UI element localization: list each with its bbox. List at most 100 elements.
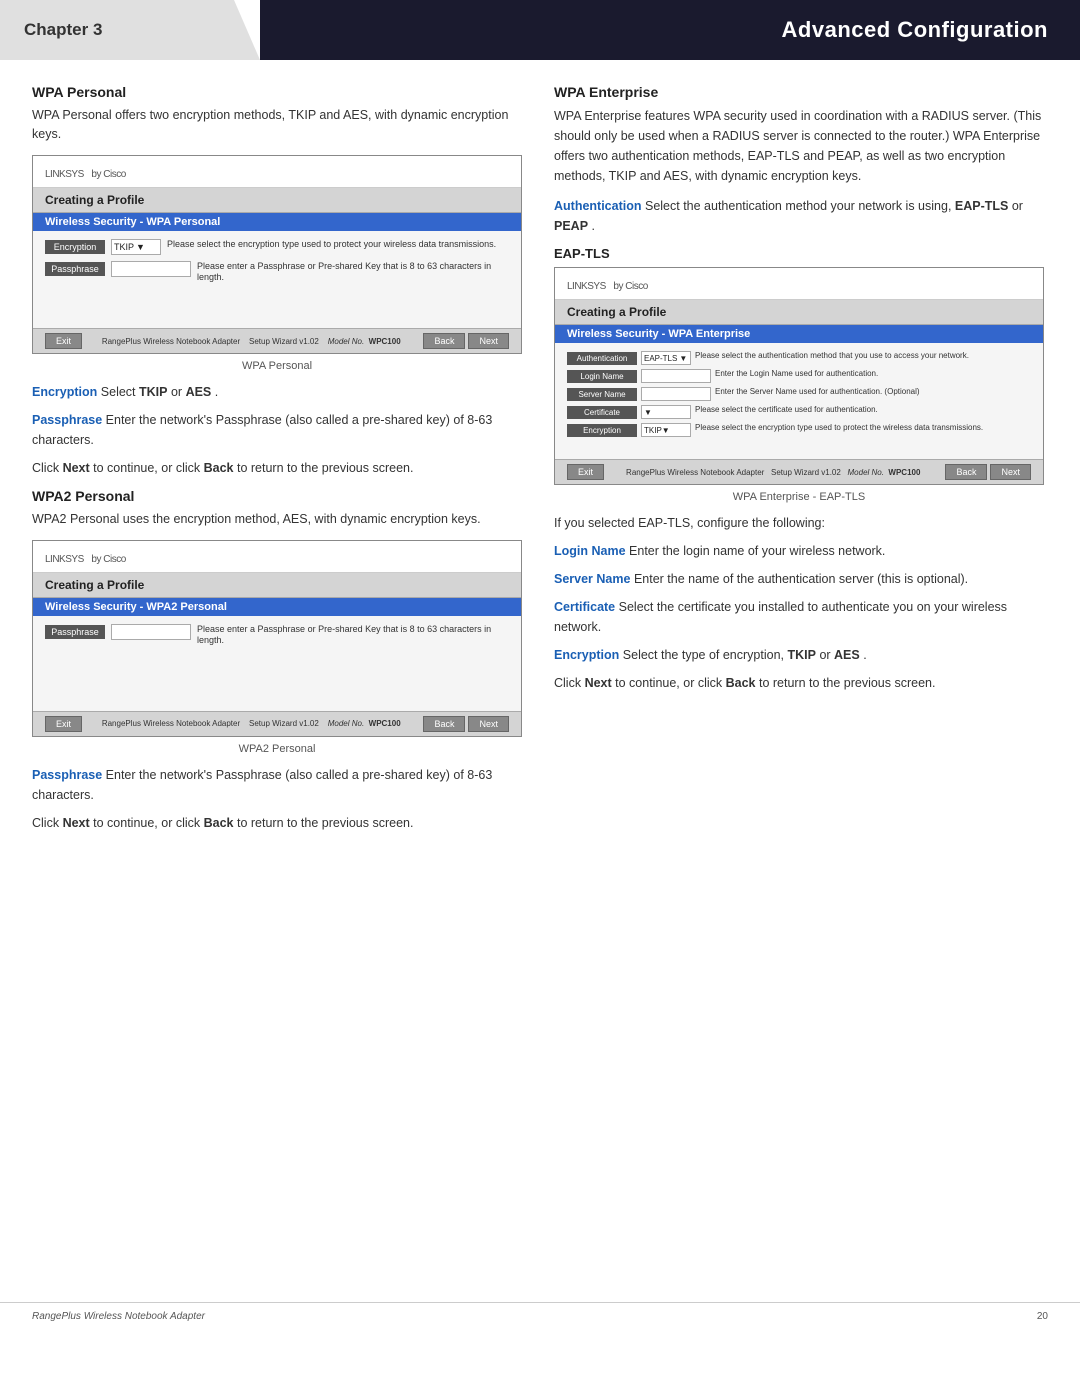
tkip-value: TKIP: [114, 242, 134, 252]
wpa-personal-caption: WPA Personal: [32, 360, 522, 372]
chapter-text: Chapter 3: [24, 20, 102, 40]
if-selected-para: If you selected EAP-TLS, configure the f…: [554, 513, 1044, 533]
linksys-logo-wpa2: LINKSYS by Cisco: [45, 549, 126, 566]
creating-profile-label-ent: Creating a Profile: [555, 300, 1043, 325]
creating-profile-label: Creating a Profile: [33, 188, 521, 213]
cert-desc: Select the certificate you installed to …: [554, 600, 1007, 634]
footer-btns-ent: Back Next: [942, 464, 1031, 480]
linksys-footer-ent: Exit RangePlus Wireless Notebook Adapter…: [555, 459, 1043, 484]
footer-btns-wpa2: Back Next: [420, 716, 509, 732]
footer-product-wpa2: RangePlus Wireless Notebook Adapter: [102, 719, 240, 728]
next-button-ent[interactable]: Next: [990, 464, 1031, 480]
footer-model-wpa2: WPC100: [369, 719, 401, 728]
enc-or: or: [819, 648, 834, 662]
server-row-ent: Server Name Enter the Server Name used f…: [567, 387, 1031, 401]
next-bold-wpa2: Next: [63, 816, 90, 830]
page-footer: RangePlus Wireless Notebook Adapter 20: [0, 1302, 1080, 1330]
server-input-ent[interactable]: [641, 387, 711, 401]
back-button-ent[interactable]: Back: [945, 464, 987, 480]
footer-model-prefix-ent: Model No.: [848, 468, 884, 477]
back-bold-wpa2: Back: [204, 816, 234, 830]
footer-page-num: 20: [1037, 1311, 1048, 1322]
wpa-enterprise-desc: WPA Enterprise features WPA security use…: [554, 106, 1044, 186]
passphrase-row-wpa2: Passphrase Please enter a Passphrase or …: [45, 624, 509, 647]
cert-note-ent: Please select the certificate used for a…: [695, 405, 1031, 415]
back-button-wpa2[interactable]: Back: [423, 716, 465, 732]
encryption-note: Please select the encryption type used t…: [167, 239, 509, 251]
passphrase-desc: Enter the network's Passphrase (also cal…: [32, 413, 492, 447]
peap-inline: PEAP: [554, 219, 588, 233]
linksys-logo-text-ent: LINKSYS: [567, 281, 606, 292]
next-button-wpa2[interactable]: Next: [468, 716, 509, 732]
passphrase-term-wpa2: Passphrase: [32, 768, 102, 782]
to-continue-ent: to continue, or click: [615, 676, 725, 690]
linksys-logo-text-wpa2: LINKSYS: [45, 554, 84, 565]
cert-label-ent: Certificate: [567, 406, 637, 419]
passphrase-desc-wpa2: Enter the network's Passphrase (also cal…: [32, 768, 492, 802]
cert-select-ent[interactable]: ▼: [641, 405, 691, 419]
wpa2-personal-title: WPA2 Personal: [32, 488, 522, 504]
wpa2-personal-mockup: LINKSYS by Cisco Creating a Profile Wire…: [32, 540, 522, 737]
footer-model-ent: WPC100: [888, 468, 920, 477]
encryption-label: Encryption: [45, 240, 105, 254]
back-button-wpa[interactable]: Back: [423, 333, 465, 349]
wpa-enterprise-mockup: LINKSYS by Cisco Creating a Profile Wire…: [554, 267, 1044, 485]
login-input-ent[interactable]: [641, 369, 711, 383]
auth-desc-text: Select the authentication method your ne…: [645, 199, 955, 213]
auth-note-ent: Please select the authentication method …: [695, 351, 1031, 361]
back-bold-ent: Back: [726, 676, 756, 690]
linksys-footer-wpa: Exit RangePlus Wireless Notebook Adapter…: [33, 328, 521, 353]
login-row-ent: Login Name Enter the Login Name used for…: [567, 369, 1031, 383]
wpa-personal-desc: WPA Personal offers two encryption metho…: [32, 106, 522, 145]
exit-button-ent[interactable]: Exit: [567, 464, 604, 480]
wpa2-personal-form: Passphrase Please enter a Passphrase or …: [33, 616, 521, 711]
auth-select-ent[interactable]: EAP-TLS ▼: [641, 351, 691, 365]
page-title: Advanced Configuration: [260, 0, 1080, 60]
eap-tls-select-val: EAP-TLS: [644, 354, 677, 363]
aes-term: AES: [186, 385, 212, 399]
linksys-header-wpa2: LINKSYS by Cisco: [33, 541, 521, 573]
footer-setup-ent: Setup Wizard v1.02: [771, 468, 841, 477]
to-continue-wpa2: to continue, or click: [93, 816, 203, 830]
wpa-personal-form: Encryption TKIP ▼ Please select the encr…: [33, 231, 521, 328]
footer-info-ent: RangePlus Wireless Notebook Adapter Setu…: [604, 468, 942, 477]
auth-term: Authentication: [554, 199, 642, 213]
wpa-enterprise-section-bar: Wireless Security - WPA Enterprise: [555, 325, 1043, 343]
login-name-para: Login Name Enter the login name of your …: [554, 541, 1044, 561]
linksys-logo-text: LINKSYS: [45, 169, 84, 180]
passphrase-input-wpa2[interactable]: [111, 624, 191, 640]
eap-tls-inline: EAP-TLS: [955, 199, 1008, 213]
wpa-personal-mockup: LINKSYS by Cisco Creating a Profile Wire…: [32, 155, 522, 354]
enc-select-ent[interactable]: TKIP ▼: [641, 423, 691, 437]
footer-model-prefix-wpa2: Model No.: [328, 719, 364, 728]
enc-row-ent: Encryption TKIP ▼ Please select the encr…: [567, 423, 1031, 437]
to-continue: to continue, or click: [93, 461, 203, 475]
cert-row-ent: Certificate ▼ Please select the certific…: [567, 405, 1031, 419]
enc-term: Encryption: [554, 648, 619, 662]
enc-note-ent: Please select the encryption type used t…: [695, 423, 1031, 433]
server-label-ent: Server Name: [567, 388, 637, 401]
footer-info-wpa: RangePlus Wireless Notebook Adapter Setu…: [82, 337, 420, 346]
passphrase-row: Passphrase Please enter a Passphrase or …: [45, 261, 509, 284]
right-column: WPA Enterprise WPA Enterprise features W…: [554, 84, 1044, 841]
exit-button-wpa2[interactable]: Exit: [45, 716, 82, 732]
next-button-wpa[interactable]: Next: [468, 333, 509, 349]
click-next-label-ent: Click: [554, 676, 585, 690]
passphrase-note: Please enter a Passphrase or Pre-shared …: [197, 261, 509, 284]
to-return-wpa2: to return to the previous screen.: [237, 816, 413, 830]
eap-tls-label: EAP-TLS: [554, 246, 1044, 261]
enc-label-ent: Encryption: [567, 424, 637, 437]
enc-end: .: [215, 385, 218, 399]
enc-select-arrow: ▼: [662, 426, 670, 435]
exit-button-wpa[interactable]: Exit: [45, 333, 82, 349]
footer-model-prefix-wpa: Model No.: [328, 337, 364, 346]
linksys-logo-ent: LINKSYS by Cisco: [567, 276, 648, 293]
encryption-para: Encryption Select TKIP or AES .: [32, 382, 522, 402]
login-name-term: Login Name: [554, 544, 626, 558]
linksys-header-ent: LINKSYS by Cisco: [555, 268, 1043, 300]
tkip-select[interactable]: TKIP ▼: [111, 239, 161, 255]
passphrase-input[interactable]: [111, 261, 191, 277]
auth-para: Authentication Select the authentication…: [554, 196, 1044, 236]
left-column: WPA Personal WPA Personal offers two enc…: [32, 84, 522, 841]
footer-product-page: RangePlus Wireless Notebook Adapter: [32, 1311, 205, 1322]
